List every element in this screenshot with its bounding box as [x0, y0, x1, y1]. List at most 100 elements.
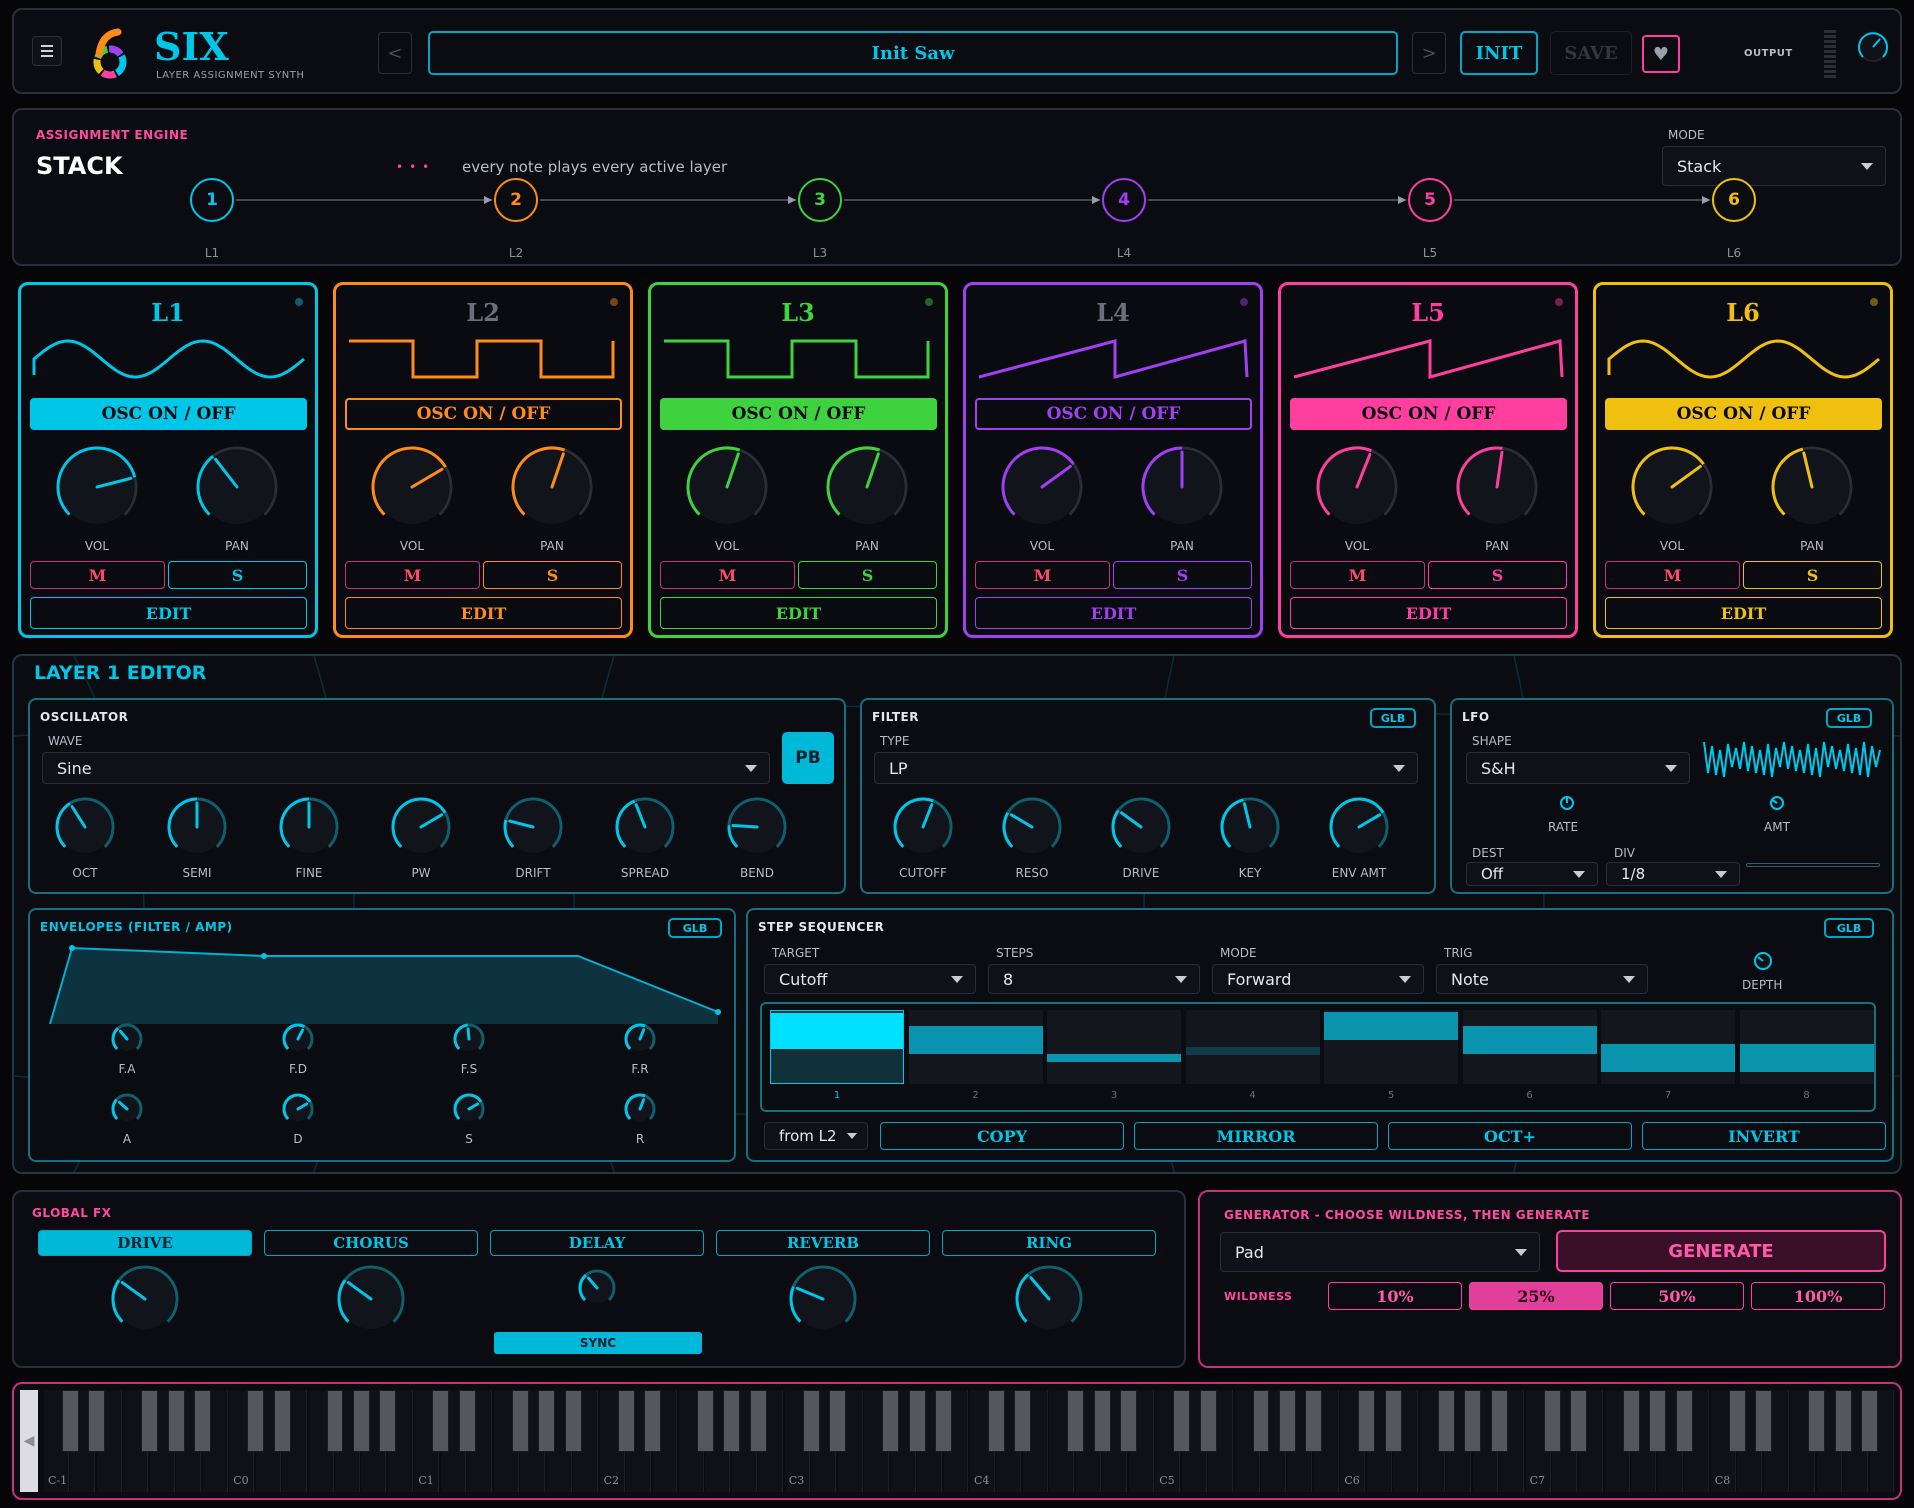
black-key[interactable]	[696, 1390, 714, 1452]
layer-node-2[interactable]: 2	[494, 178, 538, 222]
black-key[interactable]	[432, 1390, 450, 1452]
seq-target-select[interactable]: Cutoff	[764, 964, 976, 994]
env-fa-knob[interactable]	[110, 1022, 144, 1056]
filter-glb-button[interactable]: GLB	[1370, 708, 1416, 728]
generator-type-select[interactable]: Pad	[1220, 1232, 1540, 1272]
black-key[interactable]	[1358, 1390, 1376, 1452]
env-glb-button[interactable]: GLB	[668, 918, 722, 938]
black-key[interactable]	[564, 1390, 582, 1452]
edit-layer-button[interactable]: EDIT	[30, 597, 307, 629]
black-key[interactable]	[88, 1390, 106, 1452]
vol-knob[interactable]	[370, 445, 454, 529]
black-key[interactable]	[194, 1390, 212, 1452]
black-key[interactable]	[1305, 1390, 1323, 1452]
drive-amount-knob[interactable]	[110, 1264, 180, 1334]
scroll-left-icon[interactable]: ◀	[20, 1390, 38, 1492]
env-a-knob[interactable]	[110, 1092, 144, 1126]
step-cell[interactable]	[1185, 1010, 1320, 1084]
pan-knob[interactable]	[1770, 445, 1854, 529]
seq-depth-knob[interactable]	[1752, 950, 1774, 972]
layer-node-3[interactable]: 3	[798, 178, 842, 222]
hamburger-icon[interactable]	[32, 36, 62, 66]
seq-trig-select[interactable]: Note	[1436, 964, 1648, 994]
seq-glb-button[interactable]: GLB	[1824, 918, 1874, 938]
save-button[interactable]: SAVE	[1550, 31, 1632, 75]
black-key[interactable]	[829, 1390, 847, 1452]
edit-layer-button[interactable]: EDIT	[660, 597, 937, 629]
black-key[interactable]	[141, 1390, 159, 1452]
preset-name-display[interactable]: Init Saw	[428, 31, 1398, 75]
env-amt-knob[interactable]	[1328, 796, 1390, 858]
black-key[interactable]	[644, 1390, 661, 1452]
mute-button[interactable]: M	[975, 561, 1110, 589]
black-key[interactable]	[987, 1390, 1005, 1452]
env-d-knob[interactable]	[281, 1092, 315, 1126]
lfo-dest-select[interactable]: Off	[1466, 862, 1598, 886]
seq-invert-button[interactable]: INVERT	[1642, 1122, 1886, 1150]
black-key[interactable]	[1861, 1390, 1878, 1452]
edit-layer-button[interactable]: EDIT	[345, 597, 622, 629]
black-key[interactable]	[1067, 1390, 1085, 1452]
vol-knob[interactable]	[1630, 445, 1714, 529]
pan-knob[interactable]	[510, 445, 594, 529]
black-key[interactable]	[167, 1390, 185, 1452]
black-key[interactable]	[458, 1390, 476, 1452]
layer-node-6[interactable]: 6	[1712, 178, 1756, 222]
black-key[interactable]	[61, 1390, 79, 1452]
vol-knob[interactable]	[685, 445, 769, 529]
env-fs-knob[interactable]	[452, 1022, 486, 1056]
vol-knob[interactable]	[1000, 445, 1084, 529]
black-key[interactable]	[1252, 1390, 1270, 1452]
solo-button[interactable]: S	[483, 561, 622, 589]
black-key[interactable]	[273, 1390, 291, 1452]
black-key[interactable]	[1120, 1390, 1138, 1452]
fx-tab-chorus[interactable]: CHORUS	[264, 1230, 478, 1256]
layer-node-4[interactable]: 4	[1102, 178, 1146, 222]
reverb-amount-knob[interactable]	[788, 1264, 858, 1334]
pw-knob[interactable]	[390, 796, 452, 858]
black-key[interactable]	[617, 1390, 635, 1452]
mute-button[interactable]: M	[1290, 561, 1425, 589]
black-key[interactable]	[353, 1390, 370, 1452]
black-key[interactable]	[1173, 1390, 1191, 1452]
fx-tab-drive[interactable]: DRIVE	[38, 1230, 252, 1256]
black-key[interactable]	[1199, 1390, 1217, 1452]
semi-knob[interactable]	[166, 796, 228, 858]
reso-knob[interactable]	[1001, 796, 1063, 858]
black-key[interactable]	[882, 1390, 900, 1452]
spread-knob[interactable]	[614, 796, 676, 858]
chorus-amount-knob[interactable]	[336, 1264, 406, 1334]
wildness-100-button[interactable]: 100%	[1751, 1282, 1885, 1310]
next-preset-button[interactable]: >	[1412, 32, 1446, 74]
solo-button[interactable]: S	[1428, 561, 1567, 589]
black-key[interactable]	[538, 1390, 556, 1452]
lfo-amount-slider[interactable]	[1746, 863, 1880, 867]
mute-button[interactable]: M	[345, 561, 480, 589]
black-key[interactable]	[1834, 1390, 1852, 1452]
seq-mode-select[interactable]: Forward	[1212, 964, 1424, 994]
delay-amount-knob[interactable]	[577, 1268, 617, 1308]
drive-knob[interactable]	[1110, 796, 1172, 858]
lfo-div-select[interactable]: 1/8	[1606, 862, 1740, 886]
black-key[interactable]	[749, 1390, 767, 1452]
solo-button[interactable]: S	[1743, 561, 1882, 589]
black-key[interactable]	[511, 1390, 529, 1452]
layer-node-5[interactable]: 5	[1408, 178, 1452, 222]
heart-icon[interactable]: ♥	[1642, 35, 1680, 73]
pb-button[interactable]: PB	[782, 732, 834, 784]
black-key[interactable]	[1437, 1390, 1455, 1452]
ring-amount-knob[interactable]	[1014, 1264, 1084, 1334]
pan-knob[interactable]	[825, 445, 909, 529]
black-key[interactable]	[1464, 1390, 1482, 1452]
seq-oct-plus-button[interactable]: OCT+	[1388, 1122, 1632, 1150]
mute-button[interactable]: M	[1605, 561, 1740, 589]
black-key[interactable]	[1622, 1390, 1640, 1452]
solo-button[interactable]: S	[1113, 561, 1252, 589]
black-key[interactable]	[1384, 1390, 1402, 1452]
prev-preset-button[interactable]: <	[378, 32, 412, 74]
fine-knob[interactable]	[278, 796, 340, 858]
black-key[interactable]	[326, 1390, 344, 1452]
black-key[interactable]	[1279, 1390, 1296, 1452]
cutoff-knob[interactable]	[892, 796, 954, 858]
generate-button[interactable]: GENERATE	[1556, 1230, 1886, 1272]
